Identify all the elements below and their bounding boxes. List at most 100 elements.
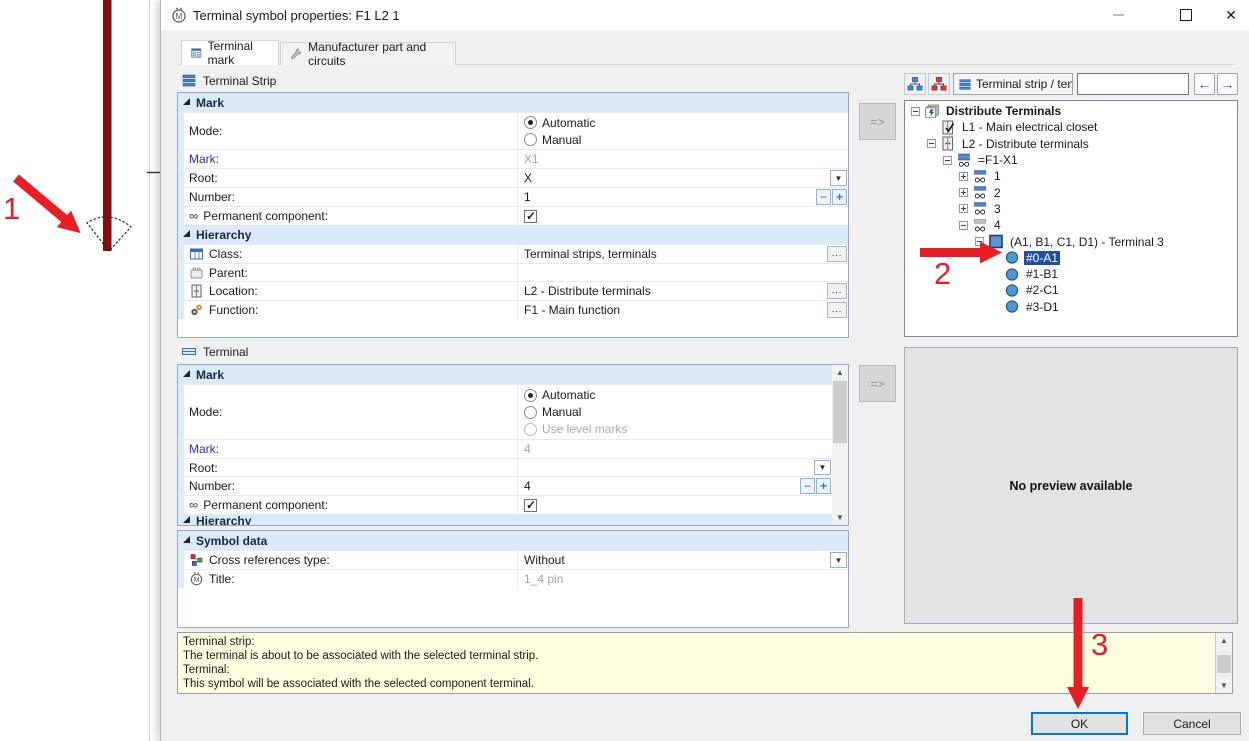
terminal-icon [972, 185, 988, 200]
radio-terminal-automatic[interactable]: Automatic [524, 387, 595, 404]
collapse-icon[interactable] [975, 237, 984, 246]
tree-item-f1-x1[interactable]: =F1-X1 [905, 152, 1237, 168]
search-input[interactable] [1077, 73, 1189, 95]
root-label: Root: [189, 171, 218, 185]
view-tree-blue-button[interactable] [904, 73, 926, 95]
circle-icon [1004, 283, 1020, 298]
row-terminal-mark: Mark: 4 [178, 439, 832, 458]
location-value: L2 - Distribute terminals [524, 284, 651, 298]
cancel-button[interactable]: Cancel [1143, 712, 1241, 735]
tree-item-label: #3-D1 [1024, 300, 1061, 314]
row-terminal-mode: Mode: Automatic Manual Use level marks [178, 384, 832, 439]
group-header-symbol-data[interactable]: Symbol data [178, 531, 848, 550]
root-value: X [524, 171, 532, 185]
terminal-root-value-cell[interactable]: ▼ [518, 459, 832, 476]
tree-item-1[interactable]: 1 [905, 168, 1237, 184]
info-line: The terminal is about to be associated w… [183, 649, 1210, 663]
tree-item-l2-distribute-terminals[interactable]: L2 - Distribute terminals [905, 136, 1237, 152]
terminal-grid-scrollbar[interactable]: ▲ ▼ [832, 365, 848, 525]
mark-label: Mark: [189, 152, 219, 166]
info-line: Terminal: [183, 663, 1210, 677]
filter-dropdown[interactable]: Terminal strip / ten ∨ [953, 73, 1073, 95]
assign-strip-button[interactable]: => [859, 103, 896, 140]
tab-manufacturer-part[interactable]: Manufacturer part and circuits [280, 42, 456, 65]
radio-manual[interactable]: Manual [524, 131, 581, 148]
terminal-number-value-cell[interactable]: 4−+ [518, 477, 832, 495]
titlebar[interactable]: M Terminal symbol properties: F1 L2 1 ✕ [161, 0, 1249, 30]
terminal-section-label: Terminal [203, 345, 248, 359]
number-increment-button[interactable]: + [832, 189, 847, 205]
terminal-number-increment-button[interactable]: + [816, 478, 831, 494]
root-dropdown-button[interactable]: ▼ [830, 170, 847, 186]
tree-item-0-a1[interactable]: #0-A1 [905, 250, 1237, 266]
mode-label: Mode: [189, 124, 222, 138]
expand-icon[interactable] [959, 188, 968, 197]
tree-item-a1-b1-c1-d1-terminal-3[interactable]: (A1, B1, C1, D1) - Terminal 3 [905, 233, 1237, 249]
cross-references-value-cell[interactable]: Without▼ [518, 551, 848, 569]
row-class: Class: Terminal strips, terminals... [178, 244, 848, 263]
function-browse-button[interactable]: ... [827, 302, 847, 318]
group-header-terminal-mark[interactable]: Mark [178, 365, 832, 384]
permanent-checkbox[interactable] [524, 210, 537, 223]
collapse-icon[interactable] [943, 156, 952, 165]
terminal-strip-section-header: Terminal Strip [181, 73, 276, 88]
group-header-hierarchy[interactable]: Hierarchy [178, 225, 848, 244]
scrollbar-thumb[interactable] [833, 381, 847, 443]
root-value-cell[interactable]: X▼ [518, 169, 848, 187]
collapse-icon[interactable] [927, 139, 936, 148]
collapse-icon[interactable] [959, 221, 968, 230]
row-location: Location: L2 - Distribute terminals... [178, 281, 848, 300]
circle-icon [1004, 250, 1020, 265]
tree-item-l1-main-electrical-closet[interactable]: L1 - Main electrical closet [905, 119, 1237, 135]
assign-terminal-button[interactable]: => [859, 365, 896, 402]
expand-icon[interactable] [959, 172, 968, 181]
radio-automatic[interactable]: Automatic [524, 114, 595, 131]
number-value-cell[interactable]: 1−+ [518, 188, 848, 206]
nav-back-button[interactable]: ← [1194, 73, 1215, 95]
tree-item-label: Distribute Terminals [944, 104, 1063, 118]
tree-item-label: 3 [992, 202, 1003, 216]
group-header-mark[interactable]: Mark [178, 93, 848, 112]
tree-item-1-b1[interactable]: #1-B1 [905, 266, 1237, 282]
tree-item-2-c1[interactable]: #2-C1 [905, 282, 1237, 298]
tree-item-2[interactable]: 2 [905, 184, 1237, 200]
app-icon: M [171, 7, 187, 23]
cross-references-dropdown-button[interactable]: ▼ [830, 552, 847, 568]
radio-automatic-icon[interactable] [524, 116, 537, 129]
radio-manual-icon[interactable] [524, 133, 537, 146]
scroll-down-icon[interactable]: ▼ [1216, 678, 1232, 693]
location-browse-button[interactable]: ... [827, 283, 847, 299]
tree-item-3-d1[interactable]: #3-D1 [905, 299, 1237, 315]
class-browse-button[interactable]: ... [827, 246, 847, 262]
terminal-number-decrement-button[interactable]: − [800, 478, 815, 494]
scroll-up-icon[interactable]: ▲ [832, 365, 848, 380]
ok-button[interactable]: OK [1031, 712, 1128, 735]
expand-icon[interactable] [959, 204, 968, 213]
scroll-down-icon[interactable]: ▼ [832, 510, 848, 525]
preview-panel: No preview available [904, 347, 1238, 624]
tree: Distribute Terminals L1 - Main electrical… [904, 100, 1238, 337]
tab-terminal-mark[interactable]: Terminal mark [181, 40, 279, 65]
number-label: Number: [189, 190, 235, 204]
tree-item-3[interactable]: 3 [905, 201, 1237, 217]
tab-terminal-mark-label: Terminal mark [208, 39, 269, 67]
group-header-terminal-hierarchy[interactable]: Hierarchy [178, 514, 832, 526]
minimize-button[interactable] [1096, 0, 1140, 30]
scrollbar-thumb[interactable] [1217, 655, 1231, 673]
terminal-root-dropdown-button[interactable]: ▼ [814, 460, 831, 475]
tree-item-label: #1-B1 [1024, 267, 1060, 281]
maximize-button[interactable] [1164, 0, 1208, 30]
tree-item-4[interactable]: 4 [905, 217, 1237, 233]
number-decrement-button[interactable]: − [816, 189, 831, 205]
radio-terminal-manual[interactable]: Manual [524, 404, 581, 421]
tree-item-distribute-terminals[interactable]: Distribute Terminals [905, 103, 1237, 119]
nav-forward-button[interactable]: → [1217, 73, 1238, 95]
function-label: Function: [209, 303, 258, 317]
terminal-permanent-checkbox[interactable] [524, 499, 537, 512]
view-tree-red-button[interactable] [928, 73, 950, 95]
info-scrollbar[interactable]: ▲ ▼ [1215, 633, 1232, 693]
scroll-up-icon[interactable]: ▲ [1216, 633, 1232, 648]
close-button[interactable]: ✕ [1209, 0, 1249, 30]
tree-item-label: L1 - Main electrical closet [960, 120, 1099, 134]
collapse-icon[interactable] [911, 107, 920, 116]
